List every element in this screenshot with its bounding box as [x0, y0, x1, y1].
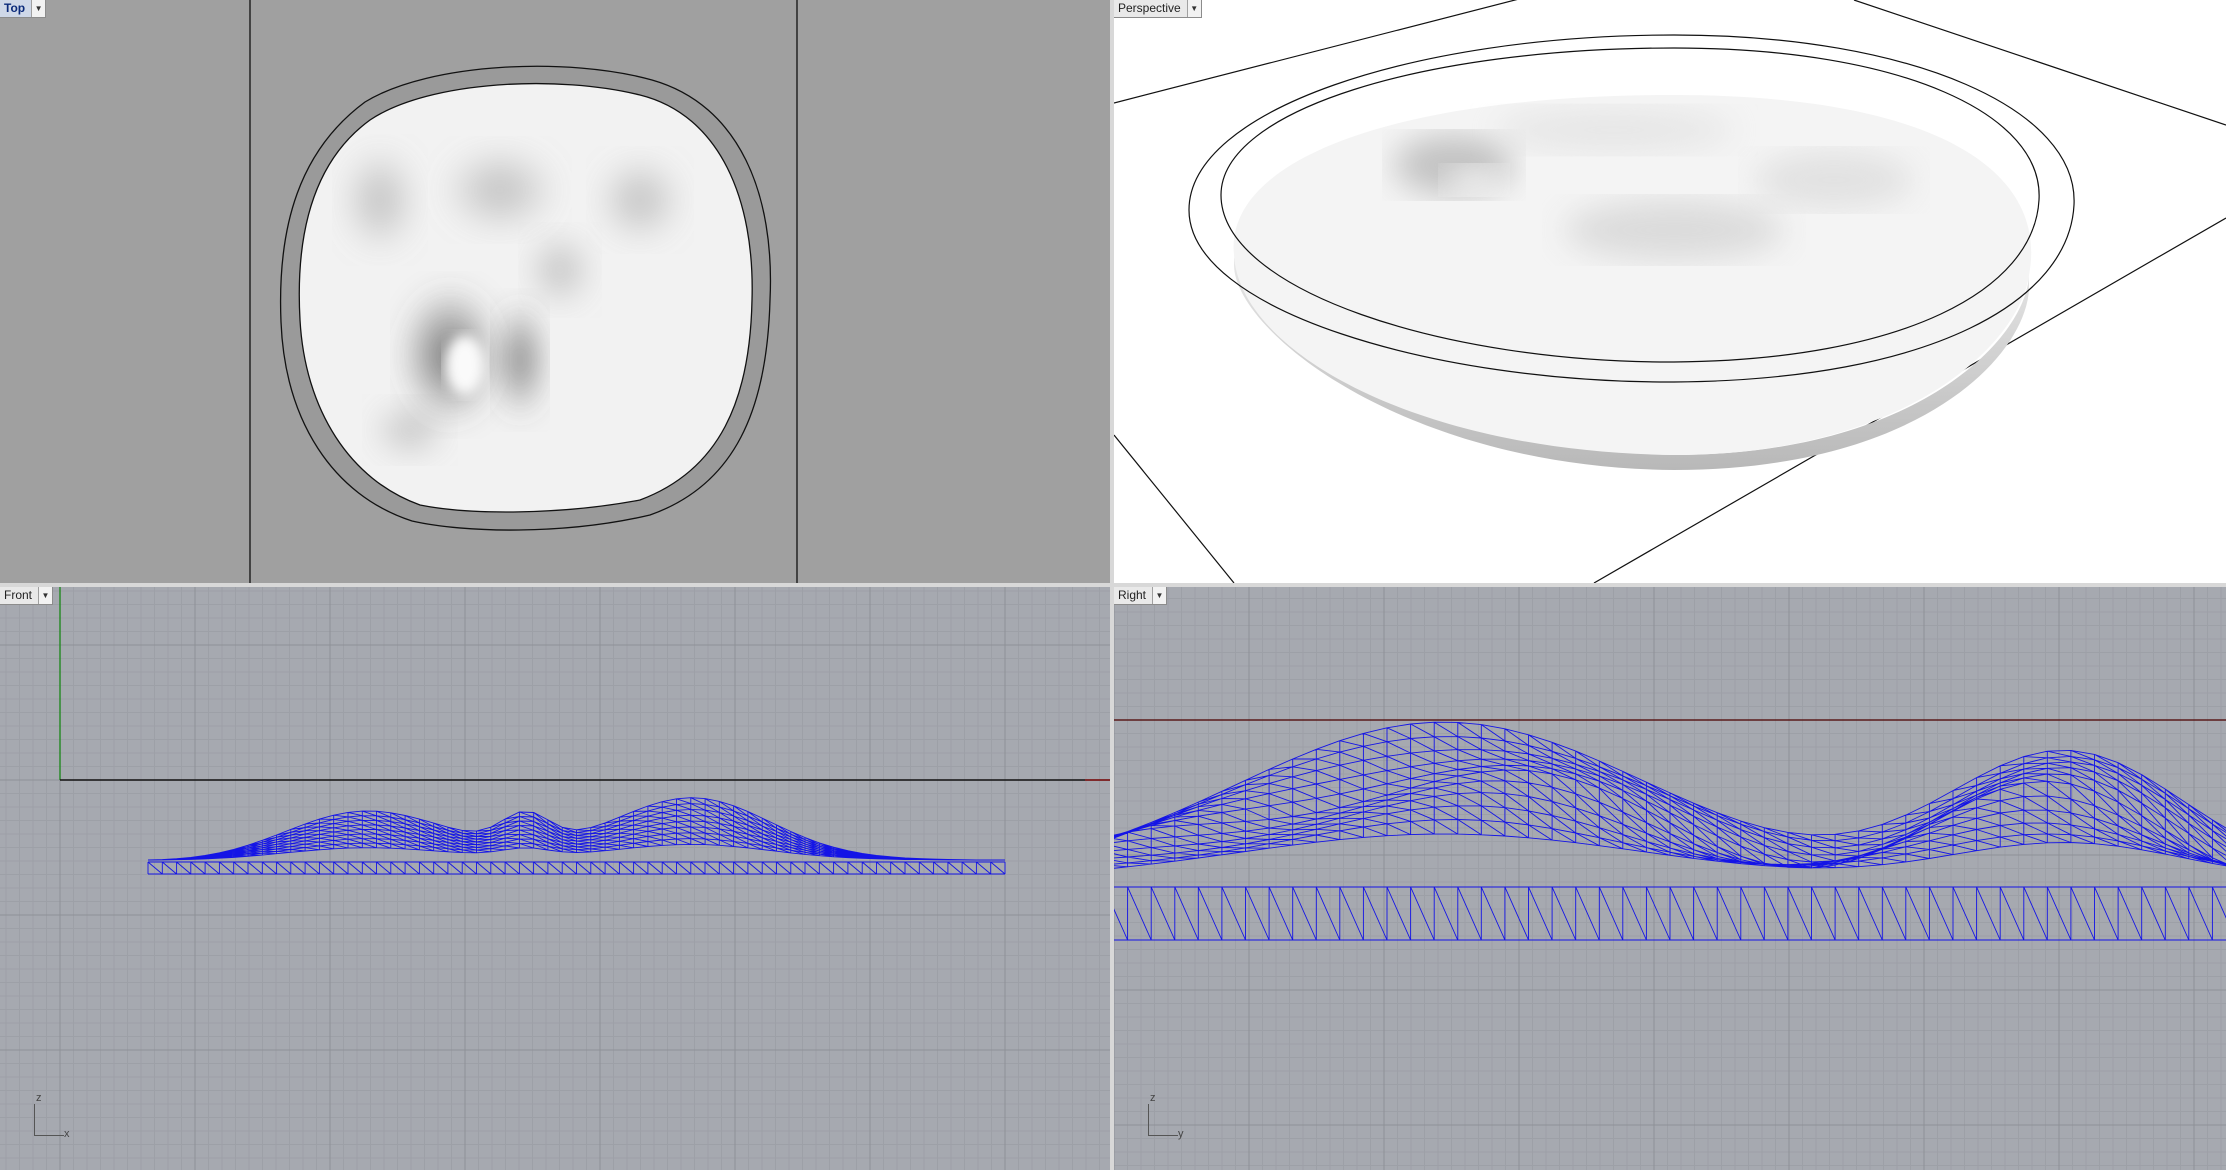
chevron-down-icon[interactable]: ▼ [31, 0, 46, 17]
chevron-down-icon[interactable]: ▼ [1152, 587, 1167, 604]
viewport-tab-front[interactable]: Front ▼ [0, 587, 54, 605]
viewport-tab-right[interactable]: Right ▼ [1114, 587, 1168, 605]
viewport-tab-perspective[interactable]: Perspective ▼ [1114, 0, 1202, 18]
viewport-top[interactable]: Top ▼ [0, 0, 1110, 583]
chevron-down-icon[interactable]: ▼ [38, 587, 53, 604]
chevron-down-icon[interactable]: ▼ [1186, 0, 1201, 17]
axis-label-vertical: z [36, 1092, 42, 1104]
axis-label-horizontal: x [64, 1128, 70, 1140]
terrain-surface [298, 82, 753, 513]
viewport-title[interactable]: Perspective [1114, 0, 1187, 17]
viewport-title[interactable]: Front [0, 587, 38, 604]
wireframe-mesh [147, 797, 1006, 875]
axis-label-horizontal: y [1178, 1128, 1184, 1140]
viewport-front[interactable]: Front ▼ z x [0, 587, 1110, 1170]
axis-label-vertical: z [1150, 1092, 1156, 1104]
construction-grid [1114, 587, 2226, 1170]
viewport-tab-top[interactable]: Top ▼ [0, 0, 47, 18]
mesh-edges [147, 797, 1006, 875]
viewport-title[interactable]: Top [0, 0, 31, 17]
viewport-right[interactable]: Right ▼ z y [1114, 587, 2226, 1170]
front-view-canvas [0, 587, 1110, 1170]
axis-indicator: z x [28, 1092, 78, 1140]
axis-indicator: z y [1142, 1092, 1192, 1140]
construction-grid [0, 587, 1110, 1170]
viewport-title[interactable]: Right [1114, 587, 1152, 604]
perspective-view-canvas [1114, 0, 2226, 583]
top-view-canvas [249, 0, 798, 583]
viewport-perspective[interactable]: Perspective ▼ [1114, 0, 2226, 583]
right-view-canvas [1114, 587, 2226, 1170]
